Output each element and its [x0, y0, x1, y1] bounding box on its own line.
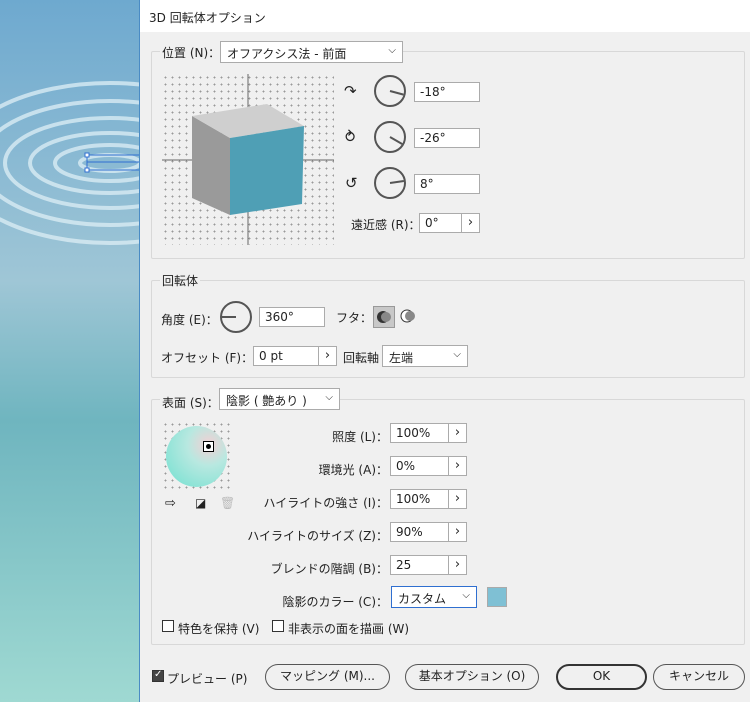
rotate-y-dial[interactable] — [374, 121, 406, 153]
mapping-button[interactable]: マッピング (M)... — [265, 664, 390, 690]
preserve-spot-checkbox[interactable] — [162, 620, 174, 632]
lighting-sphere-area[interactable] — [162, 421, 232, 491]
revolve-options-dialog: 3D 回転体オプション 位置 (N)： オフアクシス法 - 前面 ⌵ ↷ -18… — [139, 0, 750, 702]
blend-steps-slider-button[interactable]: › — [449, 555, 467, 575]
highlight-intensity-slider-button[interactable]: › — [449, 489, 467, 509]
chevron-right-icon: › — [454, 425, 461, 440]
rotate-x-icon: ↷ — [344, 82, 357, 100]
track-cube-area[interactable] — [162, 74, 334, 245]
position-preset-select[interactable]: オフアクシス法 - 前面 ⌵ — [220, 41, 403, 63]
blend-steps-label: ブレンドの階調 (B)： — [270, 562, 388, 576]
position-label: 位置 (N)： — [160, 44, 223, 61]
chevron-down-icon: ⌵ — [453, 349, 461, 360]
chevron-right-icon: › — [454, 524, 461, 539]
chevron-right-icon: › — [324, 348, 331, 363]
ripple-artwork — [0, 81, 140, 245]
angle-dial[interactable] — [220, 301, 252, 333]
perspective-label: 遠近感 (R)： — [351, 218, 421, 232]
chevron-right-icon: › — [454, 557, 461, 572]
chevron-right-icon: › — [454, 491, 461, 506]
axis-value: 左端 — [389, 351, 414, 365]
highlight-size-label: ハイライトのサイズ (Z)： — [247, 529, 388, 543]
shading-color-swatch[interactable] — [487, 587, 507, 607]
light-source-handle[interactable] — [203, 441, 214, 452]
ambient-slider-button[interactable]: › — [449, 456, 467, 476]
cap-off-icon — [400, 309, 415, 323]
surface-label: 表面 (S)： — [160, 394, 221, 411]
light-intensity-field[interactable]: 100% — [390, 423, 449, 443]
ambient-label: 環境光 (A)： — [318, 463, 388, 477]
title-bar: 3D 回転体オプション — [140, 0, 750, 32]
chevron-down-icon: ⌵ — [462, 590, 470, 601]
rotate-y-icon: ⥁ — [345, 128, 356, 146]
preserve-spot-label: 特色を保持 (V) — [178, 622, 260, 636]
highlight-size-field[interactable]: 90% — [390, 522, 449, 542]
highlight-intensity-field[interactable]: 100% — [390, 489, 449, 509]
axis-label: 回転軸 — [343, 351, 380, 365]
rotation-cube[interactable] — [162, 74, 334, 245]
delete-light-icon: 🗑 — [220, 496, 236, 510]
offset-slider-button[interactable]: › — [319, 346, 337, 366]
light-intensity-label: 照度 (L)： — [332, 430, 388, 444]
blend-steps-field[interactable]: 25 — [390, 555, 449, 575]
shading-color-select[interactable]: カスタム ⌵ — [391, 586, 477, 608]
perspective-slider-button[interactable]: › — [462, 213, 480, 233]
offset-label: オフセット (F)： — [161, 351, 254, 365]
surface-value: 陰影 ( 艶あり ) — [226, 394, 307, 408]
rotate-x-dial[interactable] — [374, 75, 406, 107]
chevron-right-icon: › — [467, 215, 474, 230]
dialog-title: 3D 回転体オプション — [149, 11, 266, 25]
offset-field[interactable]: 0 pt — [253, 346, 319, 366]
perspective-field[interactable]: 0° — [419, 213, 462, 233]
chevron-right-icon: › — [454, 458, 461, 473]
cap-on-button[interactable] — [373, 306, 395, 328]
cube-front-face — [230, 126, 304, 215]
cancel-button[interactable]: キャンセル — [653, 664, 745, 690]
preview-label: プレビュー (P) — [167, 672, 248, 686]
revolve-group-label: 回転体 — [160, 272, 201, 289]
canvas-artwork — [0, 0, 140, 702]
shading-color-label: 陰影のカラー (C)： — [282, 595, 388, 609]
position-preset-value: オフアクシス法 - 前面 — [227, 47, 347, 61]
move-light-back-icon[interactable]: ⇨ — [165, 496, 176, 511]
light-intensity-slider-button[interactable]: › — [449, 423, 467, 443]
cap-label: フタ： — [336, 311, 373, 325]
axis-select[interactable]: 左端 ⌵ — [382, 345, 468, 367]
highlight-intensity-label: ハイライトの強さ (I)： — [263, 496, 388, 510]
surface-select[interactable]: 陰影 ( 艶あり ) ⌵ — [219, 388, 340, 410]
cap-off-button[interactable] — [398, 306, 420, 328]
lighting-sphere — [166, 426, 227, 487]
rotate-z-field[interactable]: 8° — [414, 174, 480, 194]
chevron-down-icon: ⌵ — [325, 392, 333, 403]
draw-hidden-label: 非表示の面を描画 (W) — [288, 622, 410, 636]
cap-on-icon — [377, 311, 391, 323]
ok-button[interactable]: OK — [556, 664, 647, 690]
chevron-down-icon: ⌵ — [388, 45, 396, 56]
draw-hidden-checkbox[interactable] — [272, 620, 284, 632]
angle-field[interactable]: 360° — [259, 307, 325, 327]
highlight-size-slider-button[interactable]: › — [449, 522, 467, 542]
ambient-field[interactable]: 0% — [390, 456, 449, 476]
angle-label: 角度 (E)： — [161, 313, 218, 327]
rotate-x-field[interactable]: -18° — [414, 82, 480, 102]
rotate-z-icon: ↺ — [345, 174, 358, 192]
new-light-icon[interactable]: ◪ — [195, 496, 206, 510]
shading-color-value: カスタム — [398, 592, 447, 606]
rotate-y-field[interactable]: -26° — [414, 128, 480, 148]
preview-checkbox[interactable] — [152, 669, 164, 682]
rotate-z-dial[interactable] — [374, 167, 406, 199]
basic-options-button[interactable]: 基本オプション (O) — [405, 664, 539, 690]
